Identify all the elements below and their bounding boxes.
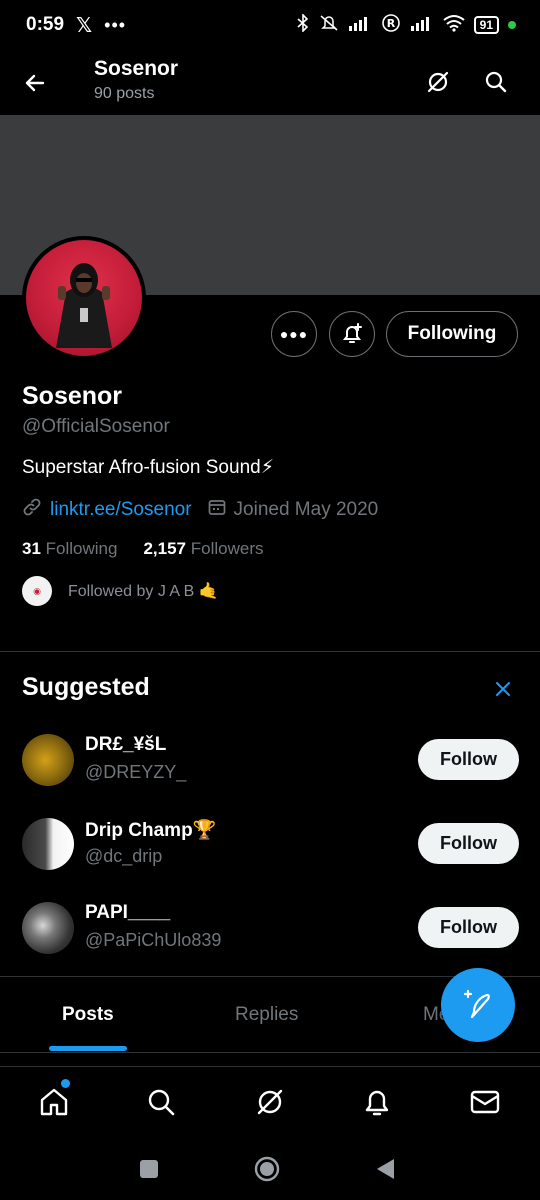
profile-top-bar: Sosenor 90 posts xyxy=(0,50,540,114)
search-icon[interactable] xyxy=(480,66,512,98)
joined-date: Joined May 2020 xyxy=(233,499,379,520)
home-unread-dot xyxy=(61,1079,70,1088)
close-icon[interactable] xyxy=(492,678,514,700)
suggested-user-name: Drip Champ🏆 xyxy=(85,820,217,841)
suggested-user-handle: @DREYZY_ xyxy=(85,762,187,782)
profile-bio: Superstar Afro-fusion Sound⚡ xyxy=(22,457,275,478)
follower-avatar: ◉ xyxy=(22,576,52,606)
avatar-figure xyxy=(56,263,112,348)
tab-replies[interactable]: Replies xyxy=(235,1004,298,1026)
recents-button[interactable] xyxy=(134,1154,164,1184)
profile-avatar[interactable] xyxy=(22,236,146,360)
following-count: 31 xyxy=(22,539,41,558)
follow-button[interactable]: Follow xyxy=(418,907,519,948)
suggested-user[interactable]: Drip Champ🏆 @dc_drip Follow xyxy=(0,810,540,880)
registered-icon: R xyxy=(381,13,401,37)
following-button[interactable]: Following xyxy=(386,311,518,357)
tab-posts[interactable]: Posts xyxy=(62,1004,114,1026)
tabs-divider xyxy=(0,1052,540,1053)
calendar-icon xyxy=(208,498,226,522)
user-avatar xyxy=(22,902,74,954)
svg-text:R: R xyxy=(386,17,395,30)
profile-meta: linktr.ee/Sosenor Joined May 2020 xyxy=(22,497,378,523)
active-tab-indicator xyxy=(49,1046,127,1051)
followed-by[interactable]: ◉ Followed by J A B 🤙 xyxy=(22,576,219,606)
status-bar: 0:59 𝕏 ••• R 91 xyxy=(0,0,540,50)
followed-by-text: Followed by J A B 🤙 xyxy=(68,583,219,600)
suggested-user[interactable]: DR£_¥šL @DREYZY_ Follow xyxy=(0,726,540,796)
following-stat[interactable]: 31 Following xyxy=(22,539,117,559)
section-divider xyxy=(0,651,540,652)
x-logo-icon: 𝕏 xyxy=(76,14,93,37)
profile-link[interactable]: linktr.ee/Sosenor xyxy=(50,499,192,521)
back-button[interactable] xyxy=(370,1154,400,1184)
followers-count: 2,157 xyxy=(143,539,187,558)
system-nav-bar xyxy=(0,1138,540,1200)
suggested-user-handle: @PaPiChUlo839 xyxy=(85,930,222,950)
profile-name: Sosenor xyxy=(22,382,123,410)
profile-stats: 31 Following 2,157 Followers xyxy=(22,539,264,559)
battery-indicator: 91 xyxy=(473,16,499,34)
profile-handle: @OfficialSosenor xyxy=(22,416,170,437)
followers-stat[interactable]: 2,157 Followers xyxy=(143,539,263,559)
bottom-nav xyxy=(0,1066,540,1138)
suggested-user-name: PAPI____ xyxy=(85,902,171,923)
mute-icon xyxy=(319,14,339,36)
home-icon[interactable] xyxy=(37,1085,71,1119)
user-avatar xyxy=(22,818,74,870)
followers-label: Followers xyxy=(190,539,264,558)
suggested-title: Suggested xyxy=(22,673,150,701)
status-time: 0:59 xyxy=(26,14,65,35)
compose-feather-icon xyxy=(463,989,490,1019)
privacy-dot-icon xyxy=(508,21,516,29)
home-button[interactable] xyxy=(252,1154,282,1184)
following-label: Following xyxy=(45,539,118,558)
header-post-count: 90 posts xyxy=(94,85,155,102)
more-dots-icon: ●●● xyxy=(279,326,309,342)
link-icon xyxy=(22,497,42,523)
compose-button[interactable] xyxy=(441,968,515,1042)
signal-icon xyxy=(348,15,372,35)
user-avatar xyxy=(22,734,74,786)
more-options-button[interactable]: ●●● xyxy=(271,311,317,357)
header-titles: Sosenor 90 posts xyxy=(94,57,178,103)
more-dots-icon: ••• xyxy=(104,14,127,35)
signal-icon xyxy=(410,15,434,35)
notifications-icon[interactable] xyxy=(360,1085,394,1119)
search-icon[interactable] xyxy=(144,1085,178,1119)
suggested-user-name: DR£_¥šL xyxy=(85,734,167,755)
bluetooth-icon xyxy=(296,13,310,36)
follow-button[interactable]: Follow xyxy=(418,823,519,864)
wifi-icon xyxy=(443,14,465,36)
back-arrow-icon[interactable] xyxy=(20,68,50,98)
follow-button[interactable]: Follow xyxy=(418,739,519,780)
grok-icon[interactable] xyxy=(253,1085,287,1119)
suggested-user[interactable]: PAPI____ @PaPiChUlo839 Follow xyxy=(0,894,540,964)
suggested-user-handle: @dc_drip xyxy=(85,846,163,866)
grok-icon[interactable] xyxy=(422,66,454,98)
messages-icon[interactable] xyxy=(468,1085,502,1119)
notify-bell-button[interactable] xyxy=(329,311,375,357)
bell-plus-icon xyxy=(342,323,362,343)
header-name: Sosenor xyxy=(94,57,179,80)
